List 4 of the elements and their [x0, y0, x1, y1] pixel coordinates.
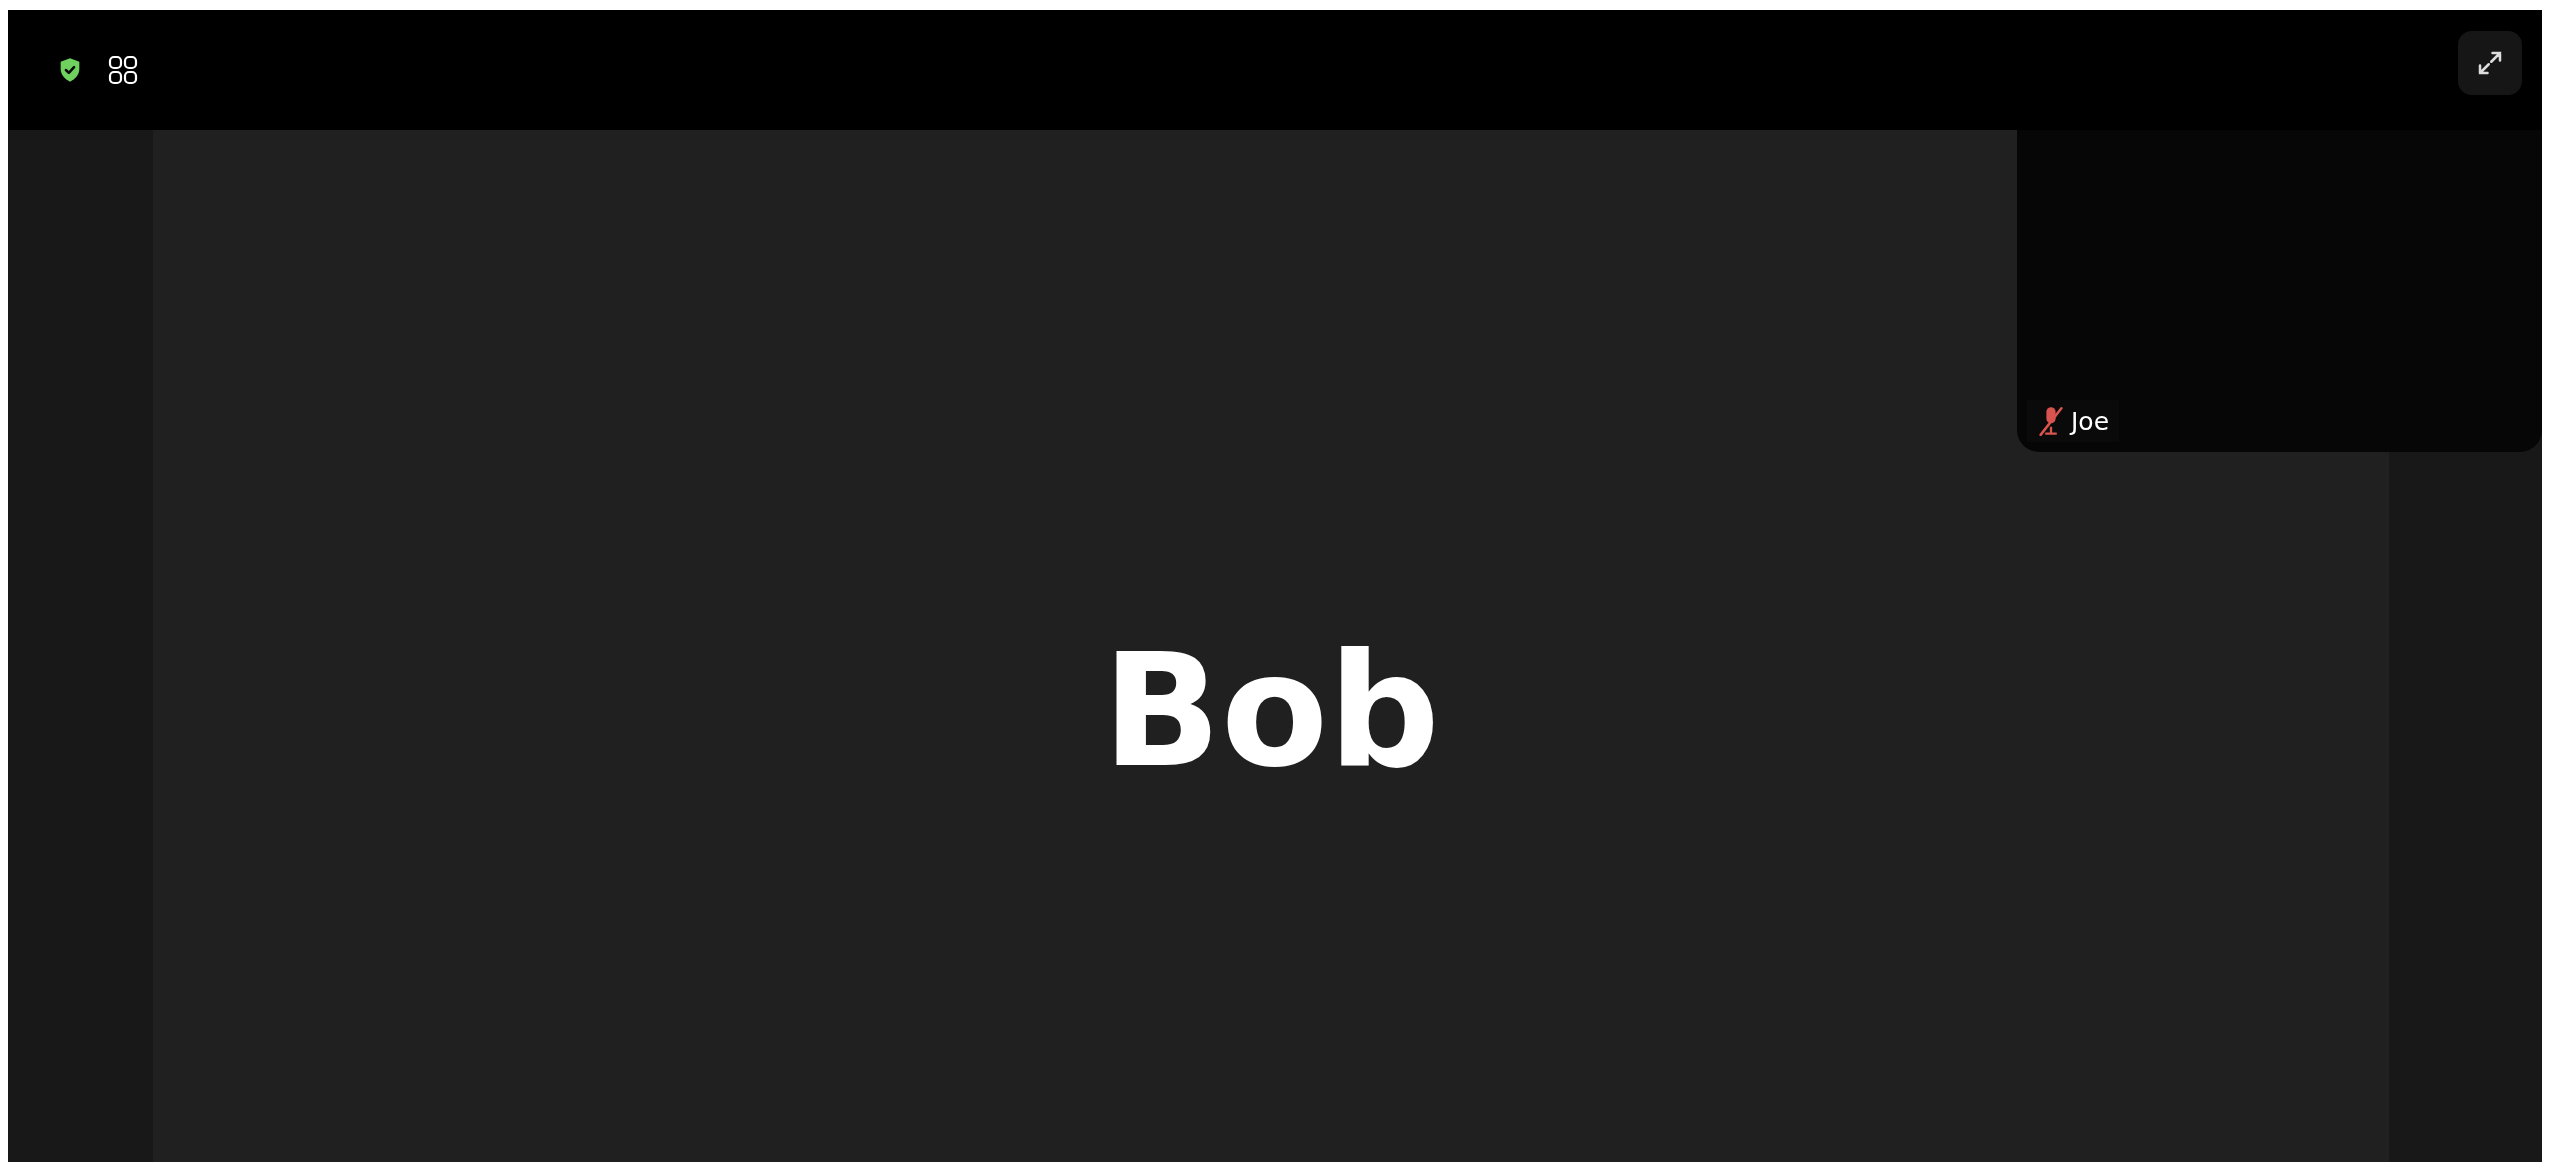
speaker-name: Bob: [1102, 620, 1440, 802]
fullscreen-button[interactable]: [2458, 31, 2522, 95]
grid-view-icon[interactable]: [108, 55, 138, 85]
participant-name: Joe: [2071, 406, 2110, 436]
